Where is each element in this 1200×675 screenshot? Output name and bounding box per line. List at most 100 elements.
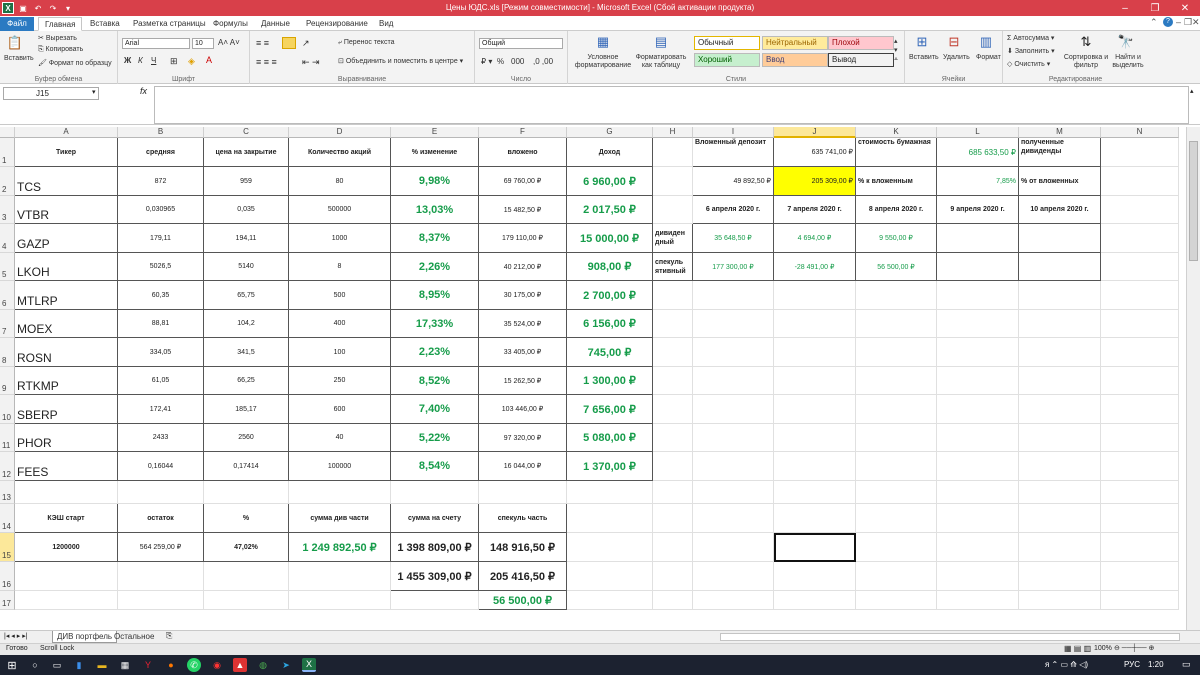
cell-j16[interactable] xyxy=(774,562,856,591)
cell-d9[interactable]: 250 xyxy=(289,367,391,395)
column-header-b[interactable]: B xyxy=(118,127,204,138)
style-good[interactable]: Хороший xyxy=(694,53,760,67)
indent-icon[interactable]: ⇤ ⇥ xyxy=(302,57,320,68)
cell-e16[interactable]: 1 455 309,00 ₽ xyxy=(391,562,479,591)
cell-m15[interactable] xyxy=(1019,533,1101,562)
align-left-icon[interactable]: ≡ ≡ ≡ xyxy=(256,57,277,67)
cell-e6[interactable]: 8,95% xyxy=(391,281,479,310)
cell-m9[interactable] xyxy=(1019,367,1101,395)
cell-g11[interactable]: 5 080,00 ₽ xyxy=(567,424,653,452)
paste-button[interactable]: Вставить xyxy=(4,55,34,62)
row-header-7[interactable]: 7 xyxy=(0,310,15,338)
cell-e5[interactable]: 2,26% xyxy=(391,253,479,281)
cell-j4[interactable]: 4 694,00 ₽ xyxy=(774,224,856,253)
cell-b14[interactable]: остаток xyxy=(118,504,204,533)
cell-f17[interactable]: 56 500,00 ₽ xyxy=(479,591,567,610)
cell-k1[interactable]: стоимость бумажная xyxy=(856,138,937,167)
cell-a6[interactable]: MTLRP xyxy=(15,281,118,310)
cell-d3[interactable]: 500000 xyxy=(289,196,391,224)
cell-k3[interactable]: 8 апреля 2020 г. xyxy=(856,196,937,224)
cell-h14[interactable] xyxy=(653,504,693,533)
worksheet-grid[interactable]: ABCDEFGHIJKLMN 1 Тикер средняя цена на закр… xyxy=(0,127,1186,630)
cell-m2[interactable]: % от вложенных xyxy=(1019,167,1101,196)
format-cells-button[interactable]: Формат xyxy=(976,54,1001,61)
cell-d11[interactable]: 40 xyxy=(289,424,391,452)
window-close-icon[interactable]: ✕ xyxy=(1192,17,1200,28)
number-format-select[interactable]: Общий xyxy=(479,38,563,49)
cell-f9[interactable]: 15 262,50 ₽ xyxy=(479,367,567,395)
cell-k13[interactable] xyxy=(856,481,937,504)
cell-c2[interactable]: 959 xyxy=(204,167,289,196)
row-header-13[interactable]: 13 xyxy=(0,481,15,504)
window-restore-icon[interactable]: ❐ xyxy=(1184,17,1192,28)
row-header-5[interactable]: 5 xyxy=(0,253,15,281)
cell-i15[interactable] xyxy=(693,533,774,562)
underline-button[interactable]: Ч xyxy=(151,56,156,65)
cell-f3[interactable]: 15 482,50 ₽ xyxy=(479,196,567,224)
opera-icon[interactable]: ◉ xyxy=(210,658,224,672)
sheet-tab-ostalnoe[interactable]: Остальное xyxy=(110,631,158,643)
cell-g10[interactable]: 7 656,00 ₽ xyxy=(567,395,653,424)
cell-k12[interactable] xyxy=(856,452,937,481)
style-output[interactable]: Вывод xyxy=(828,53,894,67)
cell-i9[interactable] xyxy=(693,367,774,395)
column-header-n[interactable]: N xyxy=(1101,127,1179,138)
row-header-14[interactable]: 14 xyxy=(0,504,15,533)
scroll-thumb[interactable] xyxy=(1189,141,1198,261)
cell-a3[interactable]: VTBR xyxy=(15,196,118,224)
cell-i1[interactable]: Вложенный депозит xyxy=(693,138,774,167)
cell-j13[interactable] xyxy=(774,481,856,504)
file-explorer-icon[interactable]: ▬ xyxy=(95,658,109,672)
pdf-reader-icon[interactable]: ▲ xyxy=(233,658,247,672)
italic-button[interactable]: К xyxy=(138,56,143,65)
currency-icon[interactable]: ₽ ▾ xyxy=(481,57,492,66)
cell-h2[interactable] xyxy=(653,167,693,196)
cell-c9[interactable]: 66,25 xyxy=(204,367,289,395)
cell-d8[interactable]: 100 xyxy=(289,338,391,367)
cell-e10[interactable]: 7,40% xyxy=(391,395,479,424)
cell-l8[interactable] xyxy=(937,338,1019,367)
row-header-6[interactable]: 6 xyxy=(0,281,15,310)
format-as-table-icon[interactable]: ▤ xyxy=(652,33,670,51)
grow-font-icon[interactable]: A˄ A˅ xyxy=(218,38,240,47)
cell-g17[interactable] xyxy=(567,591,653,610)
cell-f7[interactable]: 35 524,00 ₽ xyxy=(479,310,567,338)
cell-n11[interactable] xyxy=(1101,424,1179,452)
cell-g1[interactable]: Доход xyxy=(567,138,653,167)
cell-n17[interactable] xyxy=(1101,591,1179,610)
cell-i4[interactable]: 35 648,50 ₽ xyxy=(693,224,774,253)
cell-e9[interactable]: 8,52% xyxy=(391,367,479,395)
cell-k15[interactable] xyxy=(856,533,937,562)
cell-n15[interactable] xyxy=(1101,533,1179,562)
cell-f5[interactable]: 40 212,00 ₽ xyxy=(479,253,567,281)
cell-h12[interactable] xyxy=(653,452,693,481)
cell-i2[interactable]: 49 892,50 ₽ xyxy=(693,167,774,196)
cell-m7[interactable] xyxy=(1019,310,1101,338)
cell-m16[interactable] xyxy=(1019,562,1101,591)
cell-a14[interactable]: КЭШ старт xyxy=(15,504,118,533)
row-header-16[interactable]: 16 xyxy=(0,562,15,591)
cell-n5[interactable] xyxy=(1101,253,1179,281)
cell-l17[interactable] xyxy=(937,591,1019,610)
row-header-2[interactable]: 2 xyxy=(0,167,15,196)
cell-g16[interactable] xyxy=(567,562,653,591)
orientation-icon[interactable]: ↗ xyxy=(302,38,310,49)
align-bottom-icon[interactable] xyxy=(282,37,296,49)
find-select-icon[interactable]: 🔭 xyxy=(1117,33,1135,51)
cell-i6[interactable] xyxy=(693,281,774,310)
system-tray-icons[interactable]: ᴙ ⌃ ▭ ⟰ ◁) xyxy=(1045,660,1088,669)
insert-cells-button[interactable]: Вставить xyxy=(909,54,939,61)
name-box[interactable]: J15 xyxy=(3,87,99,100)
cell-d15[interactable]: 1 249 892,50 ₽ xyxy=(289,533,391,562)
cell-a10[interactable]: SBERP xyxy=(15,395,118,424)
cell-c12[interactable]: 0,17414 xyxy=(204,452,289,481)
row-header-3[interactable]: 3 xyxy=(0,196,15,224)
view-buttons-icon[interactable]: ▦ ▤ ▥ xyxy=(1064,644,1091,653)
column-header-a[interactable]: A xyxy=(15,127,118,138)
cell-e15[interactable]: 1 398 809,00 ₽ xyxy=(391,533,479,562)
cell-f12[interactable]: 16 044,00 ₽ xyxy=(479,452,567,481)
cut-button[interactable]: ✂ Вырезать xyxy=(38,34,77,42)
cell-f14[interactable]: спекуль часть xyxy=(479,504,567,533)
cell-j7[interactable] xyxy=(774,310,856,338)
cell-c15[interactable]: 47,02% xyxy=(204,533,289,562)
